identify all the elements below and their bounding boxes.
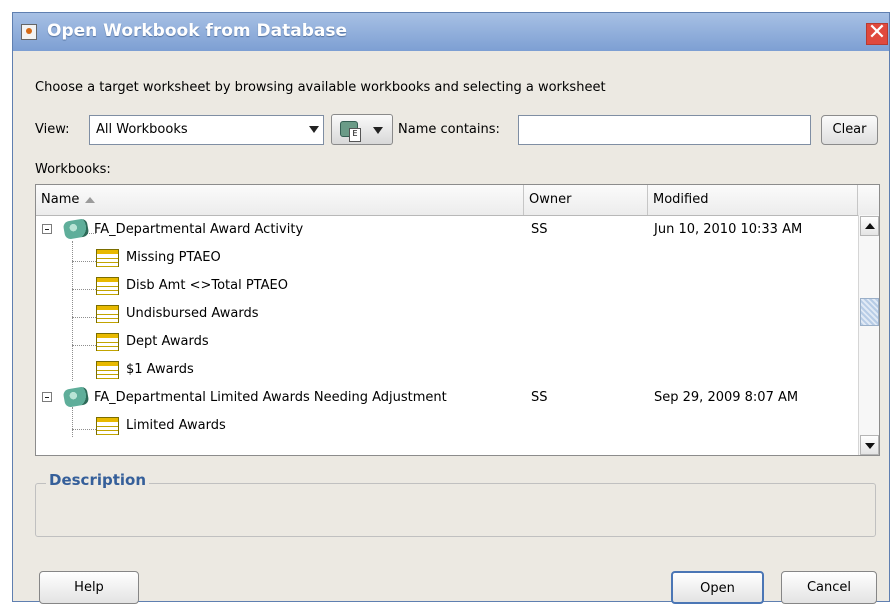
workbooks-label: Workbooks: bbox=[35, 162, 111, 177]
document-icon: E bbox=[349, 128, 361, 142]
row-name: Undisbursed Awards bbox=[126, 306, 259, 321]
workbook-type-button[interactable]: E bbox=[331, 114, 393, 145]
description-panel bbox=[35, 483, 876, 537]
row-modified: Sep 29, 2009 8:07 AM bbox=[654, 390, 799, 405]
row-owner: SS bbox=[531, 222, 548, 237]
table-row[interactable]: $1 Awards bbox=[36, 356, 858, 384]
row-name: Missing PTAEO bbox=[126, 250, 221, 265]
view-selected-value: All Workbooks bbox=[96, 122, 188, 137]
collapse-icon[interactable] bbox=[42, 392, 52, 402]
row-owner: SS bbox=[531, 390, 548, 405]
row-name: Dept Awards bbox=[126, 334, 209, 349]
row-name: FA_Departmental Award Activity bbox=[94, 222, 304, 237]
open-button[interactable]: Open bbox=[671, 571, 764, 604]
worksheet-icon bbox=[96, 277, 119, 295]
chevron-down-icon bbox=[373, 127, 383, 134]
table-row[interactable]: FA_Departmental Award Activity SS Jun 10… bbox=[36, 216, 858, 244]
table-row[interactable]: Dept Awards bbox=[36, 328, 858, 356]
row-name: Limited Awards bbox=[126, 418, 226, 433]
table-row[interactable]: Disb Amt <>Total PTAEO bbox=[36, 272, 858, 300]
scroll-down-button[interactable] bbox=[860, 435, 879, 455]
cancel-button[interactable]: Cancel bbox=[781, 571, 877, 604]
column-modified-label: Modified bbox=[653, 192, 709, 207]
table-header: Name Owner Modified bbox=[36, 185, 879, 216]
scroll-up-button[interactable] bbox=[860, 216, 879, 236]
instruction-text: Choose a target worksheet by browsing av… bbox=[35, 80, 606, 95]
scrollbar-thumb[interactable] bbox=[860, 298, 879, 326]
column-header-owner[interactable]: Owner bbox=[524, 185, 648, 215]
column-owner-label: Owner bbox=[529, 192, 572, 207]
table-row[interactable]: Missing PTAEO bbox=[36, 244, 858, 272]
name-contains-label: Name contains: bbox=[398, 122, 500, 137]
vertical-scrollbar[interactable] bbox=[858, 215, 879, 455]
worksheet-icon bbox=[96, 417, 119, 435]
title-bar: Open Workbook from Database ✕ bbox=[13, 13, 889, 51]
application-icon bbox=[21, 24, 37, 40]
workbooks-table: Name Owner Modified FA_Departmental Awar… bbox=[35, 184, 880, 456]
row-modified: Jun 10, 2010 10:33 AM bbox=[654, 222, 803, 237]
chevron-down-icon bbox=[309, 126, 319, 133]
table-row[interactable]: Limited Awards bbox=[36, 412, 858, 440]
clear-button[interactable]: Clear bbox=[821, 115, 878, 145]
column-header-modified[interactable]: Modified bbox=[648, 185, 858, 215]
row-name: $1 Awards bbox=[126, 362, 194, 377]
worksheet-icon bbox=[96, 333, 119, 351]
open-workbook-dialog: Open Workbook from Database ✕ Choose a t… bbox=[12, 12, 890, 604]
worksheet-icon bbox=[96, 249, 119, 267]
table-row[interactable]: Undisbursed Awards bbox=[36, 300, 858, 328]
view-label: View: bbox=[35, 122, 70, 137]
row-name: FA_Departmental Limited Awards Needing A… bbox=[94, 390, 447, 405]
table-row[interactable]: FA_Departmental Limited Awards Needing A… bbox=[36, 384, 858, 412]
row-name: Disb Amt <>Total PTAEO bbox=[126, 278, 288, 293]
help-button[interactable]: Help bbox=[39, 571, 139, 604]
column-header-name[interactable]: Name bbox=[36, 185, 524, 215]
worksheet-icon bbox=[96, 305, 119, 323]
sort-ascending-icon bbox=[85, 196, 96, 203]
column-name-label: Name bbox=[41, 192, 80, 207]
workbook-icon bbox=[62, 218, 90, 240]
workbook-icon bbox=[62, 386, 90, 408]
collapse-icon[interactable] bbox=[42, 224, 52, 234]
name-contains-input[interactable] bbox=[518, 115, 811, 145]
view-select[interactable]: All Workbooks bbox=[89, 115, 324, 145]
worksheet-icon bbox=[96, 361, 119, 379]
description-label: Description bbox=[46, 471, 150, 489]
close-button[interactable]: ✕ bbox=[866, 22, 888, 45]
window-title: Open Workbook from Database bbox=[47, 21, 347, 41]
